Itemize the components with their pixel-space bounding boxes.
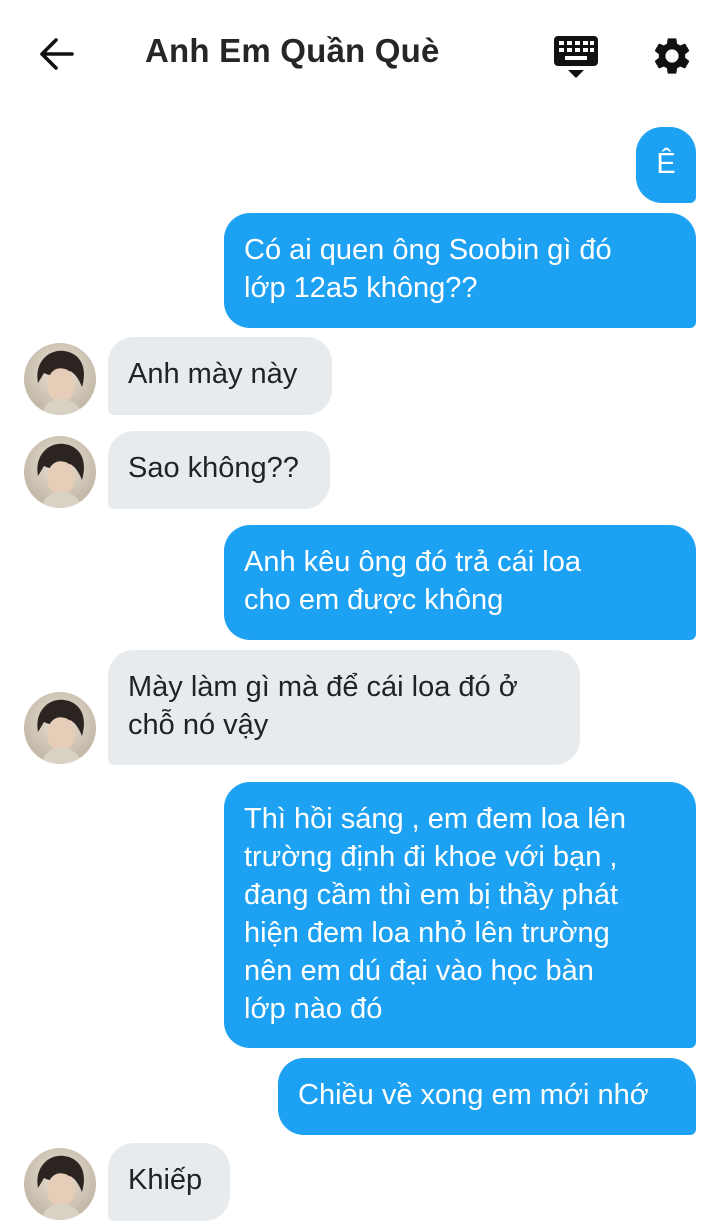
- message-text: Thì hồi sáng , em đem loa lên: [244, 803, 627, 835]
- message-bubble-incoming[interactable]: Sao không??: [108, 431, 330, 509]
- back-button[interactable]: [34, 34, 78, 74]
- message-text: trường định đi khoe với bạn ,: [244, 841, 618, 873]
- message-text: Có ai quen ông Soobin gì đó: [244, 234, 612, 266]
- message-bubble-outgoing[interactable]: Anh kêu ông đó trả cái loa cho em được k…: [224, 525, 696, 640]
- page-title: Anh Em Quần Què: [145, 32, 440, 69]
- message-text: Ê: [656, 148, 676, 180]
- avatar-image: [24, 1148, 96, 1220]
- arrow-left-icon: [40, 38, 74, 70]
- avatar-image: [24, 343, 96, 415]
- avatar-image: [24, 692, 96, 764]
- keyboard-button[interactable]: [552, 34, 600, 80]
- gear-icon: [654, 38, 690, 74]
- message-bubble-incoming[interactable]: Khiếp: [108, 1143, 230, 1221]
- message-text: chỗ nó vậy: [128, 709, 269, 741]
- message-bubble-outgoing[interactable]: Ê: [636, 127, 696, 203]
- chat-header: Anh Em Quần Què: [0, 0, 720, 108]
- message-text: lớp 12a5 không??: [244, 272, 478, 304]
- message-text: cho em được không: [244, 584, 504, 616]
- message-text: Sao không??: [128, 452, 299, 484]
- message-bubble-incoming[interactable]: Mày làm gì mà để cái loa đó ở chỗ nó vậy: [108, 650, 580, 765]
- message-text: hiện đem loa nhỏ lên trường: [244, 917, 610, 949]
- message-text: Anh kêu ông đó trả cái loa: [244, 546, 581, 578]
- message-text: Mày làm gì mà để cái loa đó ở: [128, 671, 518, 703]
- keyboard-icon: [554, 36, 598, 78]
- message-bubble-outgoing[interactable]: Có ai quen ông Soobin gì đó lớp 12a5 khô…: [224, 213, 696, 328]
- message-bubble-outgoing[interactable]: Chiều về xong em mới nhớ: [278, 1058, 696, 1135]
- message-bubble-incoming[interactable]: Anh mày này: [108, 337, 332, 415]
- avatar[interactable]: [24, 692, 96, 764]
- avatar[interactable]: [24, 343, 96, 415]
- message-text: lớp nào đó: [244, 993, 383, 1025]
- avatar[interactable]: [24, 1148, 96, 1220]
- message-text: Anh mày này: [128, 358, 298, 390]
- message-bubble-outgoing[interactable]: Thì hồi sáng , em đem loa lên trường địn…: [224, 782, 696, 1048]
- avatar[interactable]: [24, 436, 96, 508]
- settings-button[interactable]: [650, 34, 694, 78]
- message-text: Chiều về xong em mới nhớ: [298, 1079, 649, 1111]
- message-text: Khiếp: [128, 1164, 203, 1196]
- message-text: đang cầm thì em bị thầy phát: [244, 879, 618, 911]
- message-text: nên em dú đại vào học bàn: [244, 955, 594, 987]
- avatar-image: [24, 436, 96, 508]
